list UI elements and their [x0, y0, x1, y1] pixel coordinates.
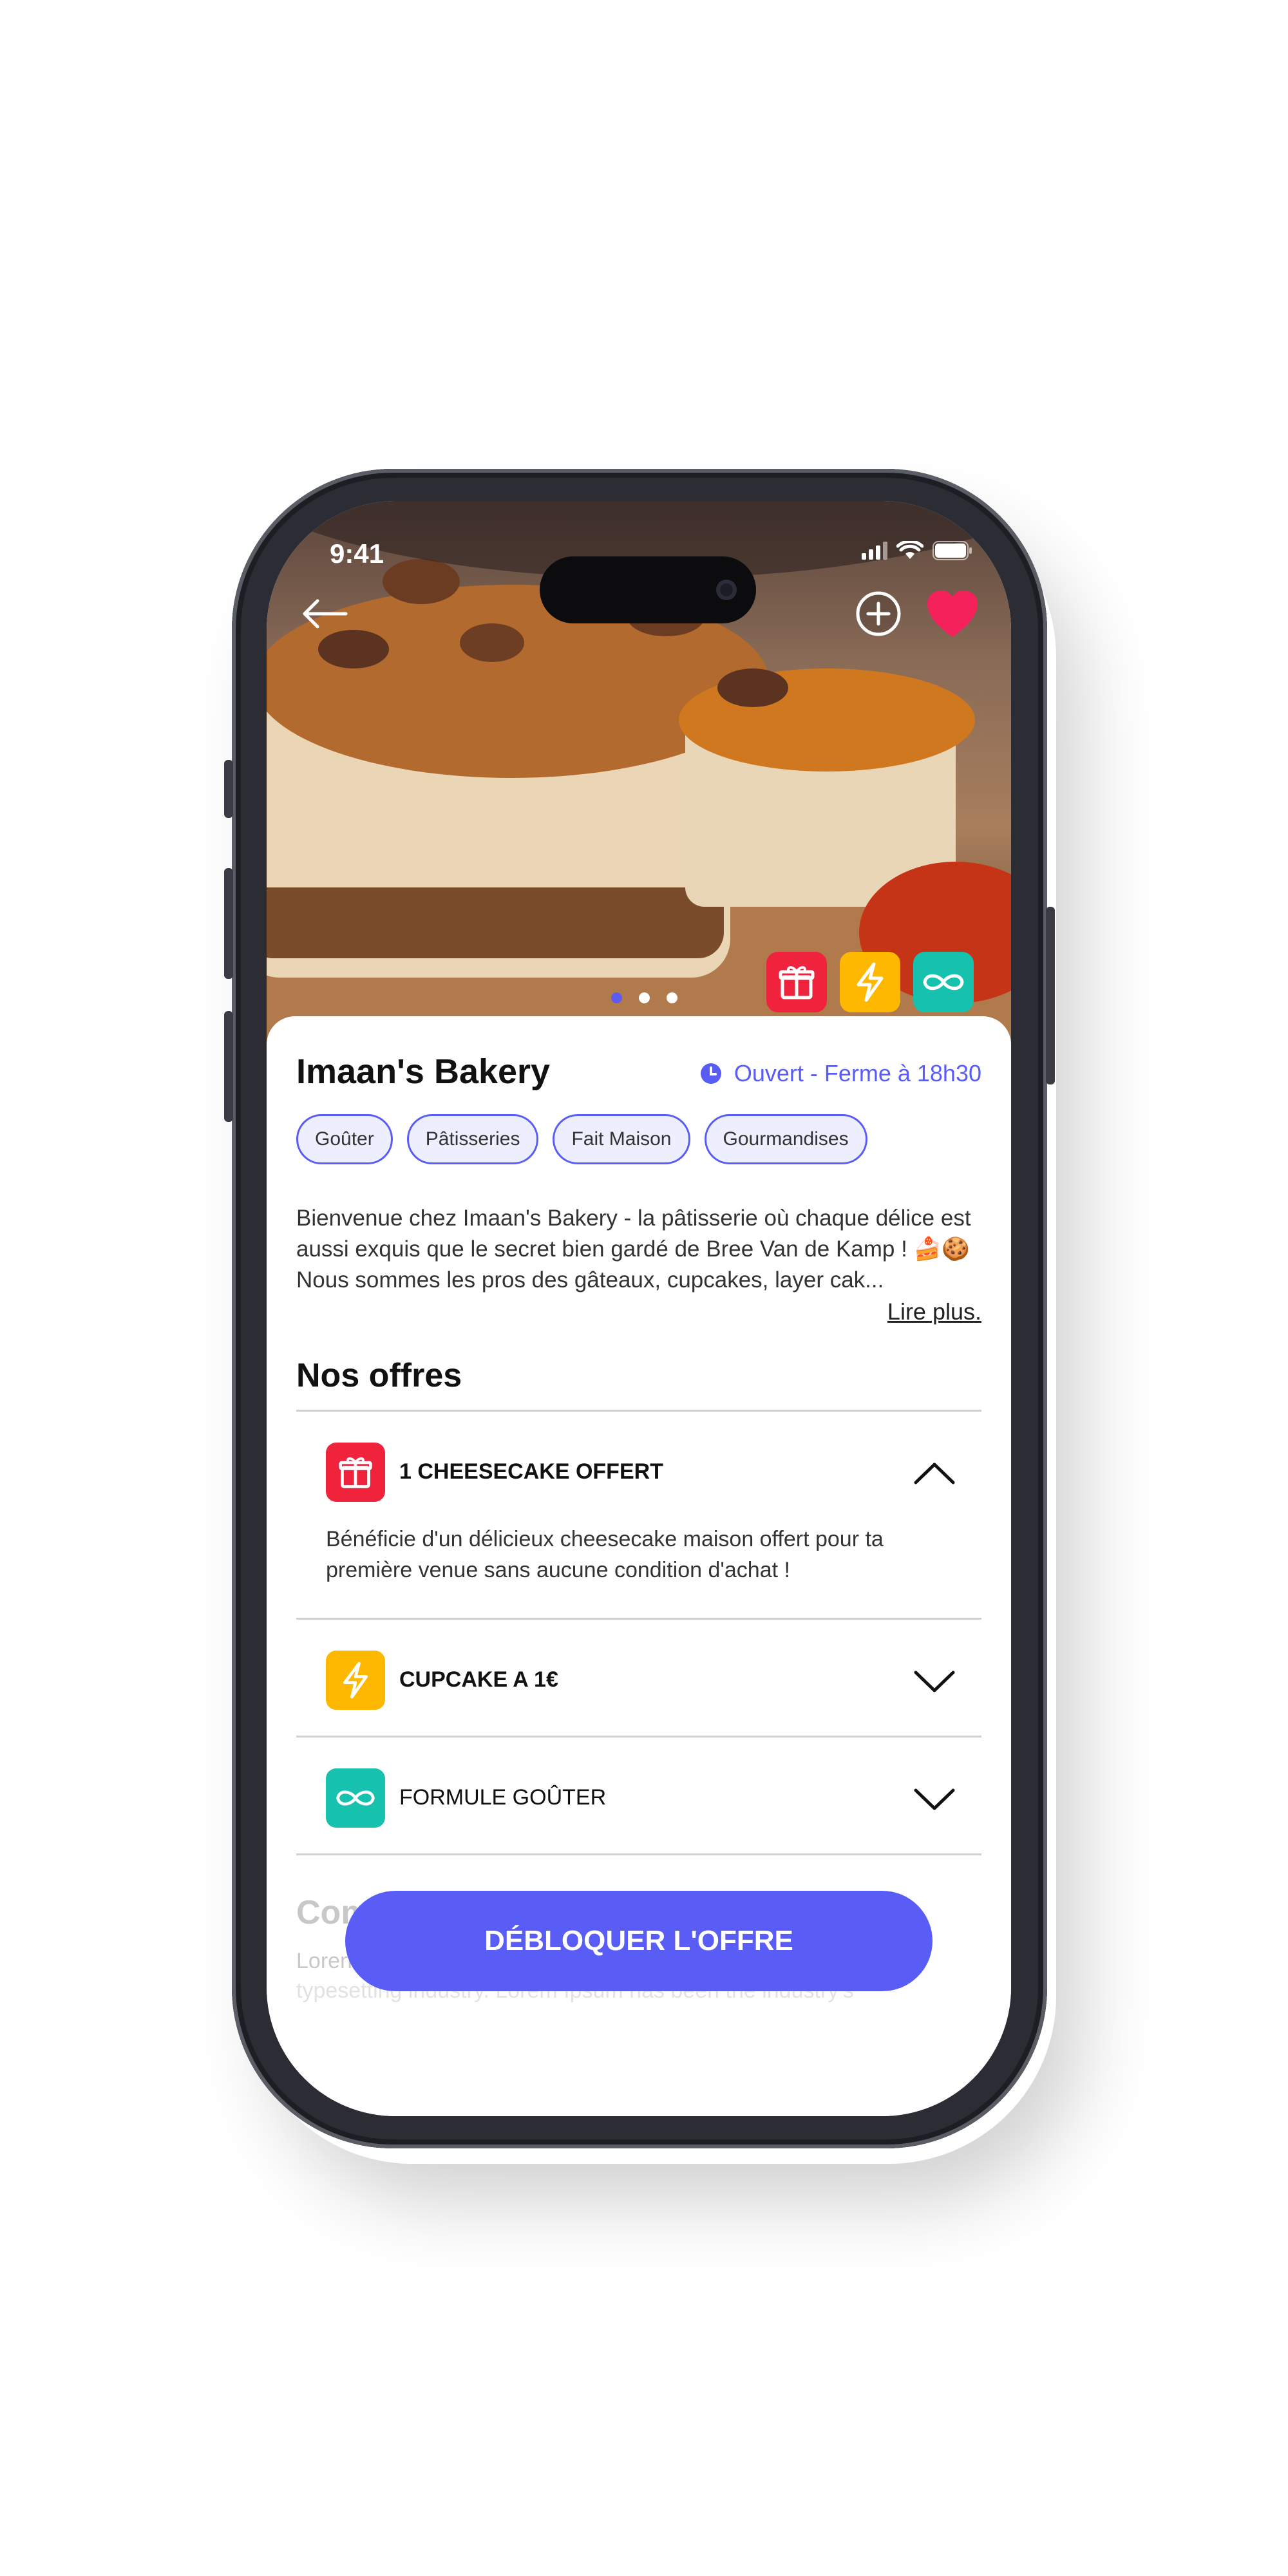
- infinity-icon: [336, 1790, 375, 1806]
- carousel-dots[interactable]: [611, 992, 677, 1003]
- wifi-icon: [896, 541, 923, 559]
- store-description: Bienvenue chez Imaan's Bakery - la pâtis…: [296, 1206, 971, 1293]
- hero-cake-crust: [267, 887, 724, 958]
- next-section-text: Loren: [296, 1949, 352, 1973]
- hero-pecan-5: [717, 668, 788, 707]
- volume-down-button: [224, 1011, 233, 1122]
- tag[interactable]: Fait Maison: [553, 1114, 690, 1164]
- opening-status-text: Ouvert - Ferme à 18h30: [734, 1060, 981, 1086]
- divider: [296, 1853, 981, 1855]
- chevron-up-icon[interactable]: [913, 1461, 956, 1486]
- flash-badge: [326, 1651, 385, 1710]
- status-time: 9:41: [330, 538, 384, 569]
- infinity-badge: [913, 952, 974, 1012]
- add-button[interactable]: [853, 588, 904, 639]
- opening-status: Ouvert - Ferme à 18h30: [699, 1060, 981, 1087]
- carousel-dot[interactable]: [611, 992, 622, 1003]
- signal-icon: [862, 542, 887, 560]
- carousel-dot[interactable]: [639, 992, 650, 1003]
- power-button: [1046, 907, 1055, 1084]
- chevron-down-icon[interactable]: [913, 1669, 956, 1694]
- volume-up-button: [224, 868, 233, 979]
- gift-badge: [766, 952, 827, 1012]
- read-more-link[interactable]: Lire plus.: [887, 1298, 981, 1325]
- offer-badges: [766, 952, 974, 1012]
- app-screen: 9:41 Imaan's Bakery Ouvert - Ferme à 18h…: [267, 501, 1011, 2116]
- offers-section-title: Nos offres: [296, 1357, 462, 1394]
- flash-badge: [840, 952, 900, 1012]
- offer-item-cupcake[interactable]: CUPCAKE A 1€: [267, 1620, 1011, 1736]
- infinity-badge: [326, 1768, 385, 1828]
- gift-badge: [326, 1443, 385, 1502]
- clock-icon: [700, 1063, 721, 1084]
- offer-item-formule-gouter[interactable]: FORMULE GOÛTER: [267, 1738, 1011, 1853]
- gift-icon: [779, 966, 815, 999]
- hero-pecan-3: [460, 623, 524, 662]
- carousel-dot[interactable]: [667, 992, 677, 1003]
- heart-icon: [927, 591, 978, 637]
- lightning-icon: [343, 1662, 368, 1699]
- back-button[interactable]: [295, 585, 353, 643]
- tag[interactable]: Gourmandises: [704, 1114, 867, 1164]
- offer-label: 1 CHEESECAKE OFFERT: [399, 1459, 663, 1484]
- chevron-down-icon[interactable]: [913, 1786, 956, 1812]
- offer-item-cheesecake[interactable]: 1 CHEESECAKE OFFERT Bénéficie d'un délic…: [267, 1412, 1011, 1605]
- lightning-icon: [857, 962, 884, 1002]
- offer-description: Bénéficie d'un délicieux cheesecake mais…: [326, 1527, 884, 1582]
- camera-icon: [716, 580, 737, 600]
- status-bar: 9:41: [267, 538, 1011, 623]
- tag[interactable]: Goûter: [296, 1114, 393, 1164]
- unlock-offer-button[interactable]: DÉBLOQUER L'OFFRE: [345, 1891, 933, 1991]
- tag-list: Goûter Pâtisseries Fait Maison Gourmandi…: [296, 1114, 867, 1164]
- gift-icon: [339, 1457, 372, 1488]
- infinity-icon: [923, 974, 964, 990]
- hero-image: 9:41: [267, 501, 1011, 1042]
- silent-switch: [224, 760, 233, 818]
- offer-label: FORMULE GOÛTER: [399, 1785, 607, 1810]
- favorite-button[interactable]: [923, 585, 981, 643]
- battery-icon: [933, 541, 972, 560]
- status-icons: [862, 541, 972, 560]
- store-name: Imaan's Bakery: [296, 1052, 551, 1091]
- plus-circle-icon: [856, 591, 901, 636]
- tag[interactable]: Pâtisseries: [406, 1114, 539, 1164]
- offer-label: CUPCAKE A 1€: [399, 1667, 558, 1692]
- arrow-left-icon: [303, 599, 348, 629]
- dynamic-island: [540, 556, 756, 623]
